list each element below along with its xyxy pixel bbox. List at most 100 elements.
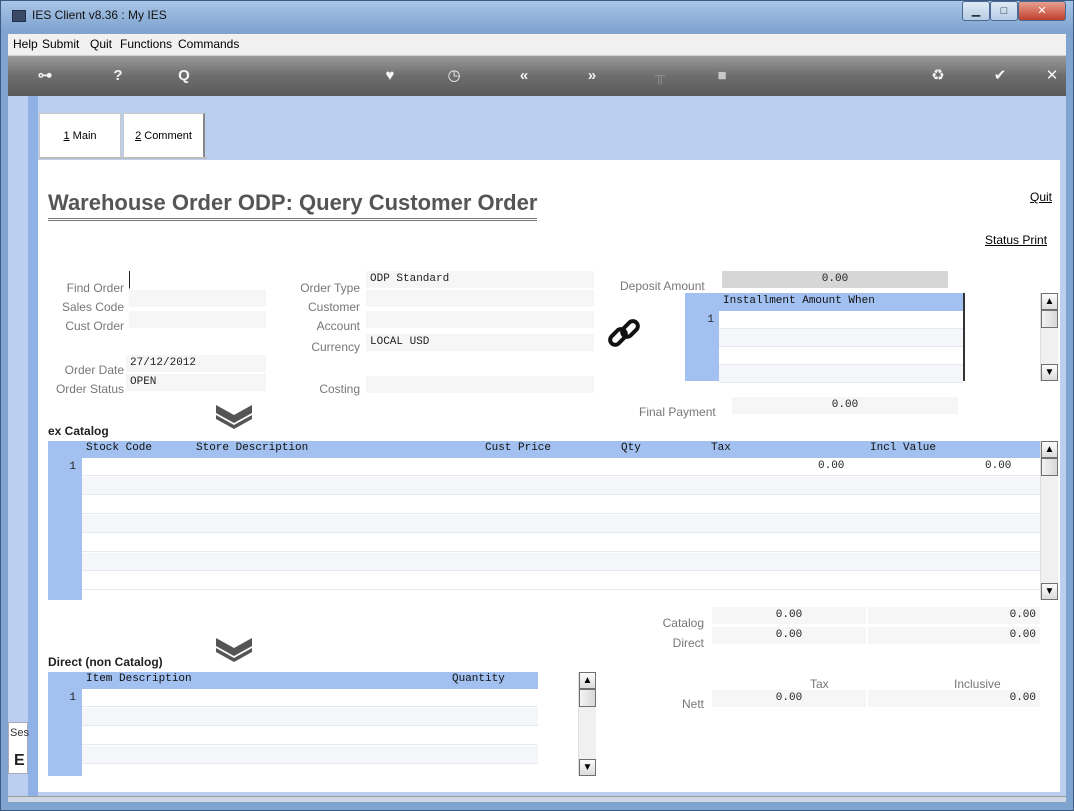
menu-submit[interactable]: Submit xyxy=(42,37,79,51)
col-item-description[interactable]: Item Description xyxy=(86,673,192,685)
scroll-up-button[interactable]: ▲ xyxy=(579,672,596,689)
table-row[interactable] xyxy=(82,534,1040,552)
session-label: Ses xyxy=(10,727,29,739)
direct-incl-field: 0.00 xyxy=(868,627,1040,645)
tab-main[interactable]: 1 Main xyxy=(39,113,121,157)
table-row[interactable] xyxy=(82,572,1040,590)
direct-total-label: Direct xyxy=(672,636,704,650)
scroll-down-button[interactable]: ▼ xyxy=(1041,583,1058,600)
account-label: Account xyxy=(316,319,360,333)
col-incl-value[interactable]: Incl Value xyxy=(870,442,936,454)
menu-bar: Help Submit Quit Functions Commands xyxy=(8,34,1066,56)
page-title: Warehouse Order ODP: Query Customer Orde… xyxy=(48,190,538,221)
tab-main-label: Main xyxy=(69,130,97,142)
installment-row[interactable] xyxy=(719,365,963,383)
customer-field[interactable] xyxy=(366,290,594,308)
chevron-down-icon[interactable] xyxy=(214,403,254,429)
ex-catalog-header: Stock Code Store Description Cust Price … xyxy=(82,441,1040,458)
minimize-button[interactable]: ▁ xyxy=(962,1,990,21)
installment-row-header xyxy=(685,293,719,381)
ex-catalog-scrollbar[interactable]: ▲ ▼ xyxy=(1040,441,1058,600)
cell-tax: 0.00 xyxy=(818,460,845,472)
final-payment-field: 0.00 xyxy=(732,397,958,415)
installment-row[interactable] xyxy=(719,347,963,365)
order-type-label: Order Type xyxy=(300,281,360,295)
col-stock-code[interactable]: Stock Code xyxy=(86,442,152,454)
back-icon[interactable]: « xyxy=(514,67,534,85)
scroll-thumb[interactable] xyxy=(1041,310,1058,328)
order-type-field[interactable]: ODP Standard xyxy=(366,271,594,289)
installment-scrollbar[interactable]: ▲ ▼ xyxy=(1040,293,1058,381)
col-qty[interactable]: Qty xyxy=(621,442,641,454)
table-row[interactable] xyxy=(82,746,538,764)
find-order-label: Find Order xyxy=(66,281,124,295)
scroll-down-button[interactable]: ▼ xyxy=(1041,364,1058,381)
menu-commands[interactable]: Commands xyxy=(178,37,239,51)
find-order-input[interactable] xyxy=(129,271,266,289)
order-status-field[interactable]: OPEN xyxy=(126,374,266,392)
tools-icon[interactable]: ╥ xyxy=(650,67,670,85)
menu-functions[interactable]: Functions xyxy=(120,37,172,51)
scroll-thumb[interactable] xyxy=(579,689,596,707)
scroll-down-button[interactable]: ▼ xyxy=(579,759,596,776)
maximize-button[interactable]: □ xyxy=(990,1,1018,21)
cust-order-field[interactable] xyxy=(129,311,266,329)
left-strip xyxy=(28,96,38,796)
title-bar[interactable]: IES Client v8.36 : My IES ▁ □ ✕ xyxy=(0,0,1074,34)
session-icon[interactable]: E xyxy=(14,752,25,770)
status-print-link[interactable]: Status Print xyxy=(985,233,1047,247)
key-icon[interactable]: ⊶ xyxy=(30,67,60,85)
tab-comment[interactable]: 2 Comment xyxy=(123,113,205,157)
inclusive-column-label: Inclusive xyxy=(954,677,1001,691)
scroll-up-button[interactable]: ▲ xyxy=(1041,441,1058,458)
close-icon[interactable]: ✕ xyxy=(1042,67,1062,85)
scroll-up-button[interactable]: ▲ xyxy=(1041,293,1058,310)
link-icon[interactable] xyxy=(606,316,642,352)
order-date-field[interactable]: 27/12/2012 xyxy=(126,355,266,373)
order-status-label: Order Status xyxy=(55,382,124,396)
quit-link[interactable]: Quit xyxy=(1030,190,1052,204)
table-row[interactable] xyxy=(82,477,1040,495)
forward-icon[interactable]: » xyxy=(582,67,602,85)
table-row[interactable] xyxy=(82,689,538,707)
chevron-down-icon[interactable] xyxy=(214,636,254,662)
direct-scrollbar[interactable]: ▲ ▼ xyxy=(578,672,596,776)
heart-icon[interactable]: ♥ xyxy=(380,67,400,85)
installment-row[interactable] xyxy=(719,329,963,347)
col-store-description[interactable]: Store Description xyxy=(196,442,308,454)
tax-column-label: Tax xyxy=(810,677,829,691)
tab-comment-label: Comment xyxy=(141,130,192,142)
window-title: IES Client v8.36 : My IES xyxy=(32,8,167,22)
clock-icon[interactable]: ◷ xyxy=(444,67,464,85)
menu-help[interactable]: Help xyxy=(13,37,38,51)
menu-quit[interactable]: Quit xyxy=(90,37,112,51)
direct-row-number: 1 xyxy=(69,692,76,704)
table-row[interactable] xyxy=(82,515,1040,533)
scroll-thumb[interactable] xyxy=(1041,458,1058,476)
table-row[interactable]: 0.00 0.00 xyxy=(82,458,1040,476)
help-icon[interactable]: ? xyxy=(108,67,128,85)
table-row[interactable] xyxy=(82,496,1040,514)
col-cust-price[interactable]: Cust Price xyxy=(485,442,551,454)
close-window-button[interactable]: ✕ xyxy=(1018,1,1066,21)
ex-catalog-title: ex Catalog xyxy=(48,424,109,438)
deposit-amount-field: 0.00 xyxy=(722,271,948,289)
currency-field[interactable]: LOCAL USD xyxy=(366,334,594,352)
stop-icon[interactable]: ■ xyxy=(712,67,732,85)
recycle-icon[interactable]: ♻ xyxy=(928,67,948,85)
sales-code-field[interactable] xyxy=(129,290,266,308)
check-icon[interactable]: ✔ xyxy=(990,67,1010,85)
cell-incl-value: 0.00 xyxy=(985,460,1012,472)
installment-grid xyxy=(719,311,963,383)
account-field[interactable] xyxy=(366,311,594,329)
table-row[interactable] xyxy=(82,708,538,726)
col-tax[interactable]: Tax xyxy=(711,442,731,454)
toolbar: ⊶ ? Q ♥ ◷ « » ╥ ■ ♻ ✔ ✕ xyxy=(8,56,1066,96)
installment-header: Installment Amount When xyxy=(719,293,964,311)
costing-field[interactable] xyxy=(366,376,594,394)
table-row[interactable] xyxy=(82,727,538,745)
col-quantity[interactable]: Quantity xyxy=(452,673,505,685)
table-row[interactable] xyxy=(82,553,1040,571)
installment-row[interactable] xyxy=(719,311,963,329)
search-icon[interactable]: Q xyxy=(174,67,194,85)
